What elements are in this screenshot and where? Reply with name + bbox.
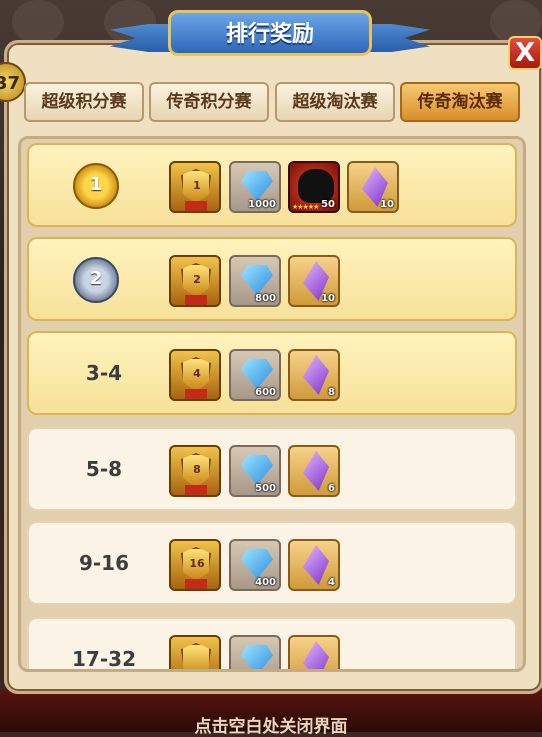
- reward-count: 1000: [248, 199, 276, 210]
- crystal-shape: [303, 545, 329, 585]
- gem-reward-icon[interactable]: 400: [229, 539, 281, 591]
- trophy-reward-icon[interactable]: 1: [169, 161, 221, 213]
- gold-medal-icon: 1: [73, 163, 119, 209]
- reward-count: 8: [328, 387, 335, 398]
- hero-reward-icon[interactable]: ★★★★★ 50: [288, 161, 340, 213]
- hero-stars: ★★★★★: [292, 203, 319, 211]
- crystal-reward-icon[interactable]: 10: [288, 255, 340, 307]
- tab-super-knockout[interactable]: 超级淘汰赛: [275, 82, 395, 122]
- gem-shape: [241, 455, 273, 485]
- rank-range: 5-8: [85, 457, 123, 481]
- rank-number: 1: [89, 174, 103, 195]
- hero-shape: [298, 169, 334, 203]
- trophy-reward-icon[interactable]: 2: [169, 255, 221, 307]
- tab-legend-points[interactable]: 传奇积分赛: [149, 82, 269, 122]
- background-menu-icon: [12, 0, 64, 44]
- trophy-ribbon: [185, 389, 207, 399]
- trophy-reward-icon[interactable]: [169, 635, 221, 669]
- reward-count: 50: [321, 199, 335, 210]
- rank-range: 3-4: [85, 361, 123, 385]
- rank-number: 2: [89, 268, 103, 289]
- trophy-ribbon: [185, 295, 207, 305]
- gem-reward-icon[interactable]: 1000: [229, 161, 281, 213]
- trophy-ribbon: [185, 579, 207, 589]
- trophy-ribbon: [185, 485, 207, 495]
- trophy-reward-icon[interactable]: 4: [169, 349, 221, 401]
- gem-shape: [241, 645, 273, 669]
- crystal-reward-icon[interactable]: 6: [288, 445, 340, 497]
- gem-shape: [241, 265, 273, 295]
- rank-range: 17-32: [72, 647, 136, 671]
- gem-reward-icon[interactable]: 500: [229, 445, 281, 497]
- reward-count: 4: [328, 577, 335, 588]
- trophy-ribbon: [185, 201, 207, 211]
- crystal-reward-icon[interactable]: 4: [288, 539, 340, 591]
- trophy-label: 1: [193, 179, 201, 192]
- reward-count: 10: [321, 293, 335, 304]
- silver-medal-icon: 2: [73, 257, 119, 303]
- gem-reward-icon[interactable]: 800: [229, 255, 281, 307]
- reward-count: 400: [255, 577, 276, 588]
- panel-title: 排行奖励: [225, 22, 314, 47]
- rank-row: 17-32: [27, 617, 517, 671]
- reward-count: 10: [380, 199, 394, 210]
- gem-reward-icon[interactable]: 600: [229, 349, 281, 401]
- reward-count: 6: [328, 483, 335, 494]
- trophy-label: 4: [193, 367, 201, 380]
- gem-reward-icon[interactable]: [229, 635, 281, 669]
- crystal-reward-icon[interactable]: 10: [347, 161, 399, 213]
- crystal-shape: [303, 451, 329, 491]
- close-hint-text: 点击空白处关闭界面: [194, 717, 348, 737]
- gem-shape: [241, 549, 273, 579]
- gem-shape: [241, 359, 273, 389]
- rank-row: 1 1 1000 ★★★★★ 50 10: [27, 143, 517, 227]
- tab-legend-knockout[interactable]: 传奇淘汰赛: [400, 82, 520, 122]
- reward-list[interactable]: 1 1 1000 ★★★★★ 50 10 2 2 800 10 3-4 4 600 8 5-8 8 500 6 9-…: [18, 136, 526, 672]
- title-banner: 排行奖励: [110, 6, 430, 62]
- trophy-shield: [181, 643, 211, 669]
- rank-row: 5-8 8 500 6: [27, 427, 517, 511]
- close-button[interactable]: X: [508, 36, 542, 70]
- trophy-reward-icon[interactable]: 8: [169, 445, 221, 497]
- tab-super-points[interactable]: 超级积分赛: [24, 82, 144, 122]
- reward-count: 600: [255, 387, 276, 398]
- rank-row: 3-4 4 600 8: [27, 331, 517, 415]
- rank-range: 9-16: [78, 551, 130, 575]
- gem-shape: [241, 171, 273, 201]
- crystal-shape: [303, 355, 329, 395]
- crystal-reward-icon[interactable]: [288, 635, 340, 669]
- trophy-label: 2: [193, 273, 201, 286]
- crystal-shape: [303, 641, 329, 669]
- reward-count: 800: [255, 293, 276, 304]
- rank-row: 9-16 16 400 4: [27, 521, 517, 605]
- rank-row: 2 2 800 10: [27, 237, 517, 321]
- trophy-label: 16: [189, 557, 205, 570]
- reward-count: 500: [255, 483, 276, 494]
- trophy-label: 8: [193, 463, 201, 476]
- trophy-reward-icon[interactable]: 16: [169, 539, 221, 591]
- crystal-reward-icon[interactable]: 8: [288, 349, 340, 401]
